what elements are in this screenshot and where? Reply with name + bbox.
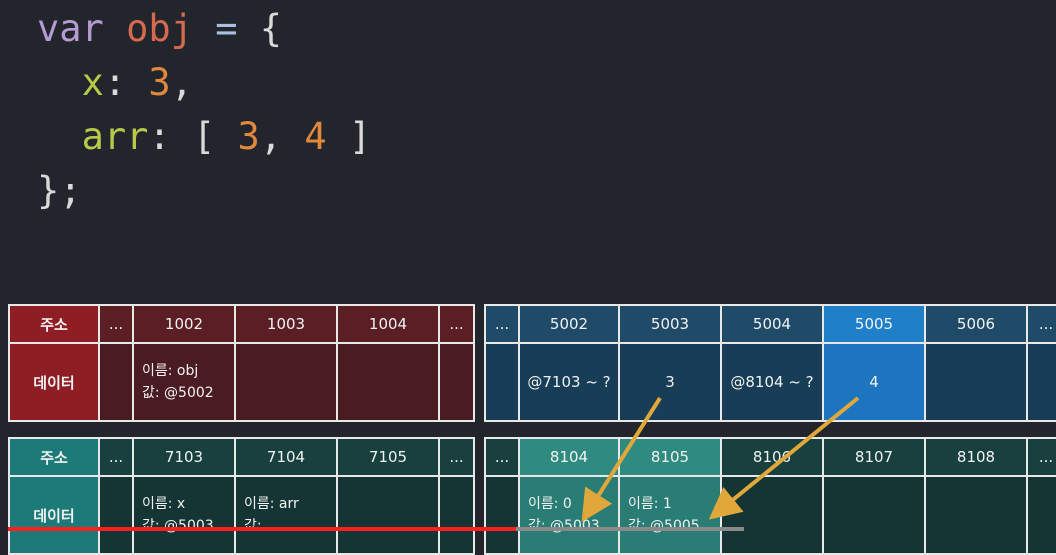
arrow-to-5005 (708, 396, 860, 520)
video-progress-fill (8, 527, 516, 531)
arrow-to-5003 (581, 396, 662, 523)
video-progress-bar[interactable] (8, 527, 744, 531)
reference-arrows (581, 396, 860, 523)
